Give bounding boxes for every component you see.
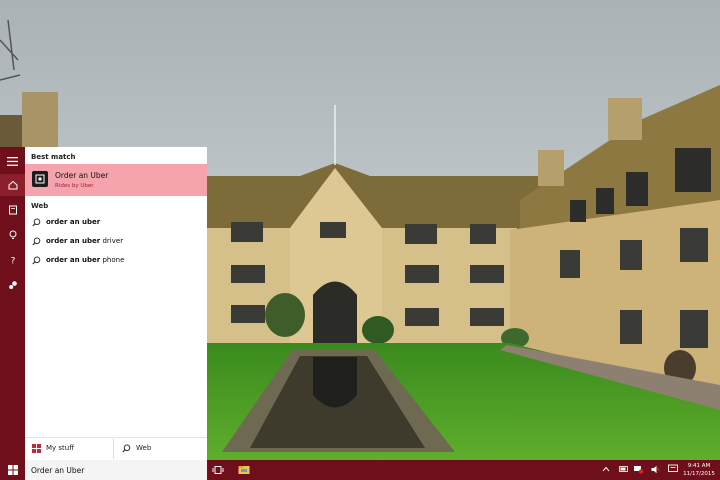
windows-logo-icon: [7, 465, 18, 475]
search-icon: [32, 237, 41, 246]
action-center-icon[interactable]: [668, 464, 678, 474]
search-icon: [32, 218, 41, 227]
network-icon[interactable]: [634, 465, 644, 474]
lightbulb-icon[interactable]: [0, 224, 25, 246]
home-icon[interactable]: [0, 174, 25, 196]
suggestion-rest: driver: [100, 237, 124, 245]
hamburger-icon[interactable]: [0, 150, 25, 172]
taskbar: 9:41 AM 11/17/2015: [0, 460, 720, 480]
search-icon: [122, 444, 131, 453]
clock-date: 11/17/2015: [683, 471, 715, 477]
volume-icon[interactable]: [651, 465, 660, 474]
web-heading: Web: [31, 202, 49, 210]
best-match-subtitle: Rides by Uber: [55, 183, 94, 189]
my-stuff-label: My stuff: [46, 444, 75, 452]
search-icon: [32, 256, 41, 265]
web-scope-label: Web: [136, 444, 152, 452]
start-button[interactable]: [0, 460, 25, 480]
suggestion-bold: order an uber: [46, 237, 101, 245]
help-icon[interactable]: ?: [0, 249, 25, 271]
my-stuff-button[interactable]: My stuff: [25, 437, 114, 459]
suggestion-bold: order an uber: [46, 218, 101, 226]
clock-time: 9:41 AM: [687, 463, 711, 469]
suggestion-rest: phone: [100, 256, 125, 264]
best-match-title: Order an Uber: [55, 171, 109, 180]
battery-icon[interactable]: [619, 465, 629, 473]
best-match-result[interactable]: Order an Uber Rides by Uber: [25, 164, 207, 196]
web-suggestion[interactable]: order an uber: [25, 214, 207, 232]
best-match-heading: Best match: [31, 153, 76, 161]
uber-app-icon: [32, 171, 48, 187]
start-rail: ?: [0, 147, 25, 460]
notebook-icon[interactable]: [0, 199, 25, 221]
cortana-search-box[interactable]: [25, 460, 207, 480]
search-input[interactable]: [25, 460, 207, 480]
task-view-icon[interactable]: [212, 464, 224, 476]
windows-logo-icon: [32, 444, 41, 453]
web-scope-button[interactable]: Web: [115, 437, 207, 459]
taskbar-clock[interactable]: 9:41 AM 11/17/2015: [680, 462, 718, 478]
feedback-icon[interactable]: [0, 274, 25, 296]
svg-text:?: ?: [10, 257, 15, 266]
suggestion-bold: order an uber: [46, 256, 101, 264]
web-suggestion[interactable]: order an uber phone: [25, 252, 207, 270]
file-explorer-icon[interactable]: [238, 464, 250, 476]
chevron-up-icon[interactable]: [602, 465, 610, 473]
web-suggestion[interactable]: order an uber driver: [25, 233, 207, 251]
